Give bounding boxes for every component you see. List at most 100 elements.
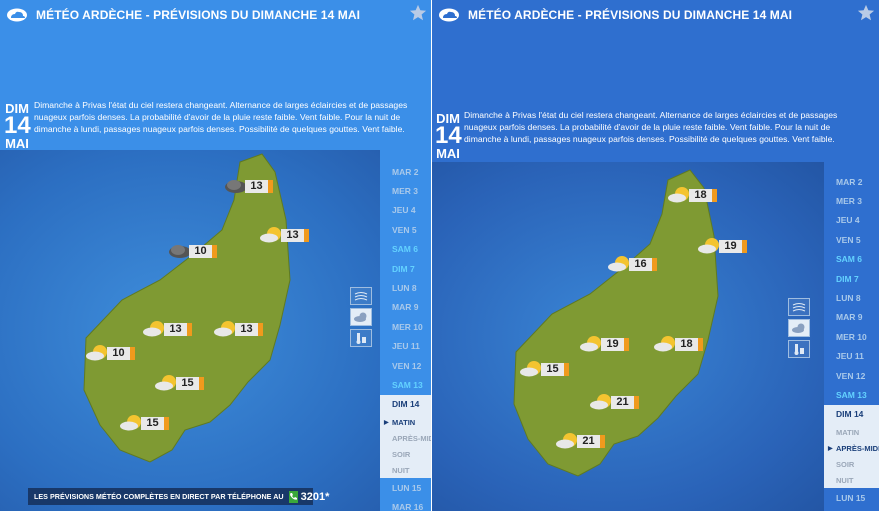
- day-item[interactable]: JEU 11: [824, 347, 879, 366]
- day-item[interactable]: VEN 12: [824, 366, 879, 385]
- day-item-selected[interactable]: DIM 14: [380, 394, 431, 415]
- temperature-value: 10: [107, 346, 135, 360]
- period-item[interactable]: SOIR: [824, 456, 879, 473]
- day-item[interactable]: MAR 9: [380, 298, 431, 317]
- temperature-value: 19: [719, 239, 747, 253]
- forecast-marker[interactable]: 16: [608, 255, 657, 273]
- forecast-marker[interactable]: 21: [590, 393, 639, 411]
- day-item[interactable]: DIM 7: [380, 259, 431, 278]
- period-item[interactable]: NUIT: [380, 462, 431, 479]
- day-item[interactable]: VEN 5: [824, 230, 879, 249]
- cloud-logo-icon: [439, 8, 459, 22]
- date-month: MAI: [436, 146, 460, 161]
- phone-forecast-banner[interactable]: LES PRÉVISIONS MÉTÉO COMPLÈTES EN DIRECT…: [28, 488, 329, 505]
- period-label: NUIT: [392, 465, 410, 475]
- day-item[interactable]: MER 10: [380, 317, 431, 336]
- forecast-marker[interactable]: 15: [520, 360, 569, 378]
- sun-cloud-icon: [792, 323, 805, 333]
- thermometer-icon: [794, 344, 804, 355]
- temperature-value: 15: [141, 416, 169, 430]
- forecast-marker[interactable]: 19: [580, 335, 629, 353]
- day-item[interactable]: LUN 15: [824, 488, 879, 507]
- day-item[interactable]: LUN 8: [380, 278, 431, 297]
- temperature-view-button[interactable]: [350, 329, 372, 347]
- period-label: SOIR: [836, 459, 855, 469]
- favorite-star-icon[interactable]: [857, 4, 875, 22]
- temperature-value: 13: [235, 322, 263, 336]
- weather-view-button[interactable]: [788, 319, 810, 337]
- forecast-marker[interactable]: 13: [143, 320, 192, 338]
- period-item[interactable]: APRÈS-MIDI: [380, 430, 431, 447]
- day-item[interactable]: SAM 6: [380, 240, 431, 259]
- day-item[interactable]: MAR 16: [380, 497, 431, 511]
- temperature-value: 21: [611, 395, 639, 409]
- day-item[interactable]: JEU 4: [824, 211, 879, 230]
- wind-icon: [792, 303, 806, 312]
- day-item[interactable]: LUN 8: [824, 288, 879, 307]
- panel-header: MÉTÉO ARDÈCHE - PRÉVISIONS DU DIMANCHE 1…: [432, 0, 879, 30]
- day-item[interactable]: LUN 15: [380, 478, 431, 497]
- phone-icon: [288, 490, 298, 503]
- selected-arrow-icon: ▶: [828, 445, 833, 452]
- forecast-marker[interactable]: 18: [654, 335, 703, 353]
- day-item[interactable]: DIM 7: [824, 269, 879, 288]
- selected-arrow-icon: ▶: [384, 419, 389, 426]
- view-mode-buttons: [788, 298, 810, 358]
- day-item[interactable]: SAM 13: [824, 385, 879, 404]
- day-item[interactable]: SAM 13: [380, 375, 431, 394]
- day-item[interactable]: MAR 9: [824, 308, 879, 327]
- forecast-marker[interactable]: 19: [698, 237, 747, 255]
- temperature-value: 13: [164, 322, 192, 336]
- weather-view-button[interactable]: [350, 308, 372, 326]
- period-label: MATIN: [392, 417, 416, 427]
- forecast-marker[interactable]: 18: [668, 186, 717, 204]
- forecast-marker[interactable]: 10: [86, 344, 135, 362]
- period-item[interactable]: SOIR: [380, 446, 431, 463]
- forecast-marker[interactable]: 15: [155, 374, 204, 392]
- temperature-value: 21: [577, 434, 605, 448]
- period-item[interactable]: NUIT: [824, 472, 879, 489]
- day-item[interactable]: MAR 2: [824, 172, 879, 191]
- day-item[interactable]: VEN 5: [380, 220, 431, 239]
- forecast-description: Dimanche à Privas l'état du ciel restera…: [464, 110, 838, 144]
- wind-view-button[interactable]: [350, 287, 372, 305]
- period-item[interactable]: MATIN: [824, 424, 879, 441]
- temperature-value: 13: [245, 179, 273, 193]
- day-item[interactable]: VEN 12: [380, 356, 431, 375]
- forecast-marker[interactable]: 13: [260, 226, 309, 244]
- forecast-marker[interactable]: 15: [120, 414, 169, 432]
- day-item[interactable]: MER 3: [824, 191, 879, 210]
- period-label: APRÈS-MIDI: [836, 443, 879, 453]
- day-item[interactable]: SAM 6: [824, 250, 879, 269]
- period-item[interactable]: ▶ MATIN: [380, 414, 431, 431]
- phone-number: 3201*: [300, 490, 330, 503]
- day-item[interactable]: MAR 2: [380, 162, 431, 181]
- forecast-marker[interactable]: 10: [168, 242, 217, 260]
- date-block: DIM 14 MAI: [435, 112, 462, 161]
- temperature-value: 10: [189, 244, 217, 258]
- view-mode-buttons: [350, 287, 372, 347]
- temperature-value: 18: [675, 337, 703, 351]
- day-item[interactable]: JEU 4: [380, 201, 431, 220]
- temperature-view-button[interactable]: [788, 340, 810, 358]
- day-item[interactable]: MER 10: [824, 327, 879, 346]
- forecast-panel-afternoon: MÉTÉO ARDÈCHE - PRÉVISIONS DU DIMANCHE 1…: [432, 0, 879, 511]
- period-item[interactable]: ▶ APRÈS-MIDI: [824, 440, 879, 457]
- forecast-description: Dimanche à Privas l'état du ciel restera…: [34, 100, 408, 134]
- temperature-value: 15: [541, 362, 569, 376]
- day-item[interactable]: JEU 11: [380, 337, 431, 356]
- day-selector: MAR 2 MER 3 JEU 4 VEN 5 SAM 6 DIM 7 LUN 8 MAR 9…: [380, 162, 431, 511]
- day-selector: MAR 2 MER 3 JEU 4 VEN 5 SAM 6 DIM 7 LUN 8 MAR 9…: [824, 172, 879, 507]
- favorite-star-icon[interactable]: [409, 4, 427, 22]
- temperature-value: 18: [689, 188, 717, 202]
- forecast-marker[interactable]: 13: [214, 320, 263, 338]
- day-item[interactable]: MER 3: [380, 181, 431, 200]
- day-item-selected[interactable]: DIM 14: [824, 404, 879, 425]
- temperature-value: 13: [281, 228, 309, 242]
- period-label: SOIR: [392, 449, 411, 459]
- period-label: NUIT: [836, 475, 854, 485]
- wind-view-button[interactable]: [788, 298, 810, 316]
- forecast-marker[interactable]: 21: [556, 432, 605, 450]
- sun-cloud-icon: [354, 312, 367, 322]
- forecast-marker[interactable]: 13: [224, 177, 273, 195]
